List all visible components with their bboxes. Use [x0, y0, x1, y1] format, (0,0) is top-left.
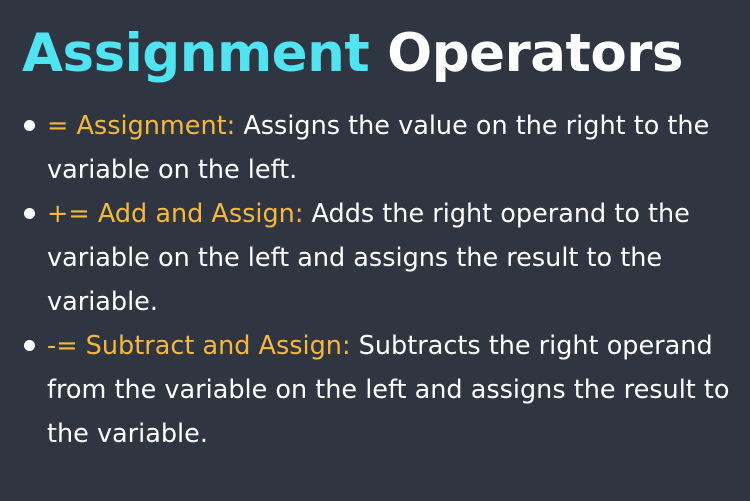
- title-rest-text: Operators: [387, 23, 683, 84]
- bullet-term: += Add and Assign:: [47, 199, 304, 229]
- bullet-term: = Assignment:: [47, 111, 236, 141]
- slide: Assignment Operators = Assignment: Assig…: [0, 0, 750, 501]
- slide-title: Assignment Operators: [22, 16, 732, 92]
- bullet-dot-icon: [24, 208, 35, 219]
- bullet-dot-icon: [24, 340, 35, 351]
- bullet-item-add-and-assign: += Add and Assign: Adds the right operan…: [22, 192, 732, 324]
- bullet-list: = Assignment: Assigns the value on the r…: [22, 104, 732, 456]
- bullet-item-assignment: = Assignment: Assigns the value on the r…: [22, 104, 732, 192]
- bullet-dot-icon: [24, 120, 35, 131]
- title-accent-text: Assignment: [22, 23, 370, 84]
- bullet-item-subtract-and-assign: -= Subtract and Assign: Subtracts the ri…: [22, 324, 732, 456]
- bullet-term: -= Subtract and Assign:: [47, 331, 351, 361]
